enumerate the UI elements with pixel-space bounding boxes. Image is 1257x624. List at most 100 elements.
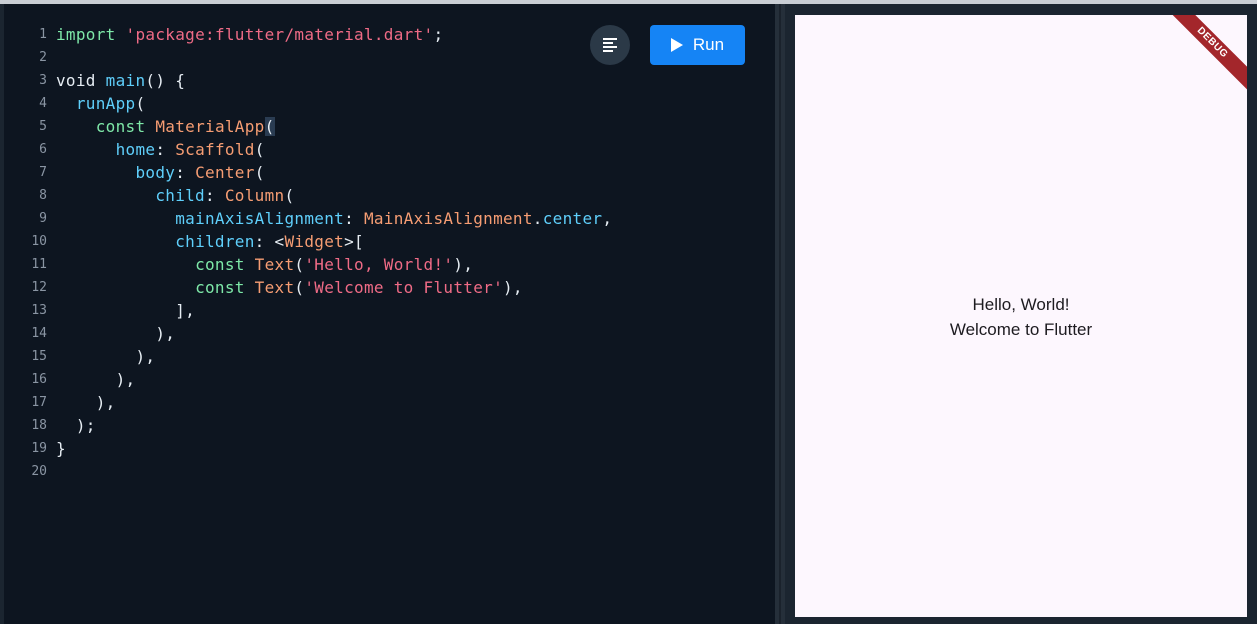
line-number: 20 — [31, 464, 47, 479]
line-number: 2 — [39, 50, 47, 65]
preview-content: Hello, World! Welcome to Flutter — [795, 292, 1247, 342]
play-icon — [670, 38, 683, 52]
line-number: 10 — [31, 234, 47, 249]
code-token: , — [602, 209, 613, 228]
line-number: 6 — [39, 142, 47, 157]
code-text: ), — [56, 322, 175, 345]
code-text: const Text('Hello, World!'), — [56, 253, 473, 276]
code-token: 'Hello, World!' — [304, 255, 454, 274]
line-number: 18 — [31, 418, 47, 433]
code-token: const — [195, 255, 255, 274]
code-text: mainAxisAlignment: MainAxisAlignment.cen… — [56, 207, 612, 230]
line-number: 8 — [39, 188, 47, 203]
line-number: 12 — [31, 280, 47, 295]
line-number: 19 — [31, 441, 47, 456]
run-button[interactable]: Run — [650, 25, 745, 65]
line-number: 11 — [31, 257, 47, 272]
line-number: 4 — [39, 96, 47, 111]
code-token: . — [532, 209, 543, 228]
hello-text: Hello, World! — [972, 295, 1070, 314]
app-preview[interactable]: Hello, World! Welcome to Flutter DEBUG — [795, 15, 1247, 617]
code-text: } — [56, 437, 66, 460]
code-token: child — [155, 186, 205, 205]
code-token: ; — [433, 25, 444, 44]
code-token: ( — [135, 94, 146, 113]
line-number: 3 — [39, 73, 47, 88]
code-token: body — [135, 163, 176, 182]
code-text: ), — [56, 345, 155, 368]
format-align-left-icon — [603, 38, 617, 52]
code-text: child: Column( — [56, 184, 294, 207]
code-token: 'package:flutter/material.dart' — [125, 25, 434, 44]
panel-splitter[interactable] — [775, 4, 785, 624]
line-number: 9 — [39, 211, 47, 226]
welcome-text: Welcome to Flutter — [949, 320, 1093, 339]
code-token: ), — [56, 393, 116, 412]
code-text: ); — [56, 414, 96, 437]
code-text: children: <Widget>[ — [56, 230, 364, 253]
code-token: MaterialApp — [155, 117, 265, 136]
line-number: 13 — [31, 303, 47, 318]
code-token: center — [542, 209, 603, 228]
code-text: import 'package:flutter/material.dart'; — [56, 23, 443, 46]
code-token: runApp — [75, 94, 136, 113]
code-token: : < — [254, 232, 285, 251]
code-token: MainAxisAlignment — [363, 209, 533, 228]
line-number: 17 — [31, 395, 47, 410]
code-token: Widget — [284, 232, 345, 251]
code-token: ), — [56, 370, 136, 389]
code-token: ), — [453, 255, 474, 274]
code-token: >[ — [344, 232, 364, 251]
code-text: const MaterialApp( — [56, 115, 275, 138]
code-token: : — [155, 140, 176, 159]
code-token: ( — [294, 255, 305, 274]
code-token: Text — [254, 255, 295, 274]
code-token: : — [175, 163, 196, 182]
code-editor[interactable]: 1 import 'package:flutter/material.dart';… — [4, 4, 775, 624]
code-token: const — [195, 278, 255, 297]
line-number: 15 — [31, 349, 47, 364]
code-token: children — [175, 232, 255, 251]
line-number: 16 — [31, 372, 47, 387]
code-token: void — [56, 71, 106, 90]
code-text: const Text('Welcome to Flutter'), — [56, 276, 523, 299]
debug-banner: DEBUG — [1160, 15, 1247, 95]
line-number: 5 — [39, 119, 47, 134]
line-number: 1 — [39, 27, 47, 42]
code-token: 'Welcome to Flutter' — [304, 278, 503, 297]
code-token: ( — [284, 186, 295, 205]
code-token: mainAxisAlignment — [175, 209, 345, 228]
code-text: runApp( — [56, 92, 145, 115]
code-text: ), — [56, 368, 136, 391]
format-button[interactable] — [590, 25, 630, 65]
code-token: main — [105, 71, 146, 90]
dartpad-window: 1 import 'package:flutter/material.dart';… — [0, 0, 1257, 624]
run-button-label: Run — [692, 35, 725, 54]
code-token: home — [115, 140, 156, 159]
code-token: ( — [254, 163, 265, 182]
code-token: } — [56, 439, 66, 458]
code-text: void main() { — [56, 69, 185, 92]
code-token: Column — [224, 186, 285, 205]
code-text: body: Center( — [56, 161, 265, 184]
code-token: Center — [195, 163, 255, 182]
code-token: ), — [56, 324, 176, 343]
code-token: ), — [56, 347, 156, 366]
code-text: home: Scaffold( — [56, 138, 265, 161]
code-text: ), — [56, 391, 116, 414]
code-token: ); — [56, 416, 96, 435]
line-number: 7 — [39, 165, 47, 180]
code-token: ), — [503, 278, 523, 297]
code-token: ( — [254, 140, 265, 159]
code-token: ( — [294, 278, 305, 297]
code-token: import — [56, 25, 116, 44]
code-text: ], — [56, 299, 195, 322]
code-token: () { — [145, 71, 186, 90]
code-token: const — [95, 117, 156, 136]
